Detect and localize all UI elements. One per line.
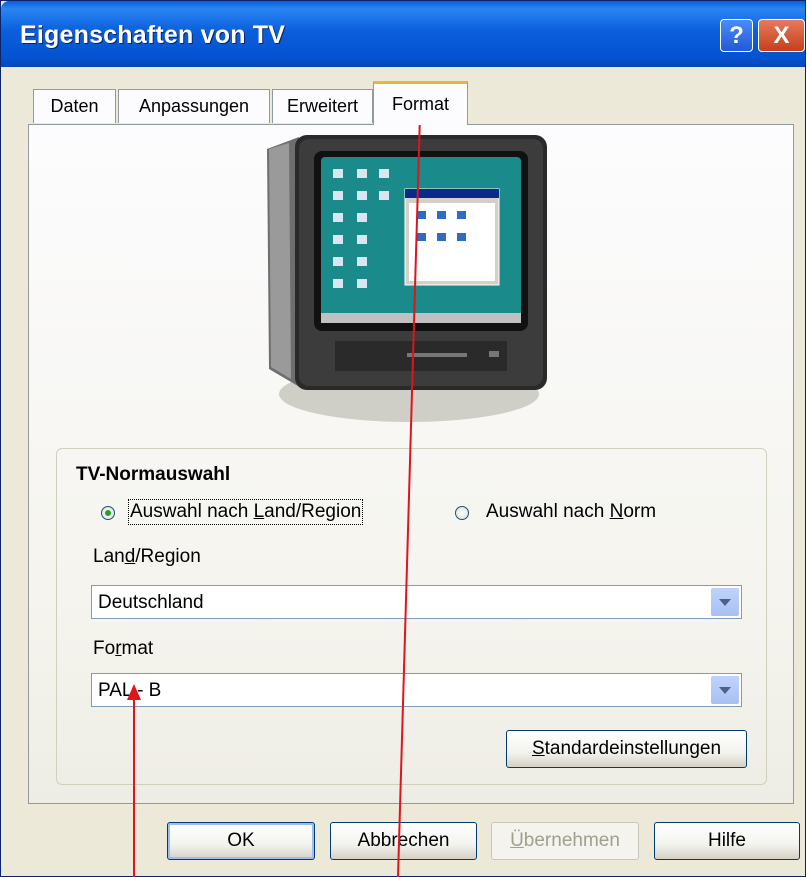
close-button[interactable]: X [758,19,805,52]
region-dropdown-value: Deutschland [98,592,204,613]
format-dropdown-value: PAL - B [98,680,162,701]
apply-button[interactable]: Übernehmen [491,822,639,860]
defaults-button[interactable]: Standardeinstellungen [506,730,747,768]
close-icon: X [773,21,790,49]
tab-erweitert[interactable]: Erweitert [272,89,373,123]
radio-select-by-norm-label[interactable]: Auswahl nach Norm [486,501,656,523]
tab-daten[interactable]: Daten [33,89,116,123]
tab-format[interactable]: Format [373,81,468,125]
help-title-button[interactable]: ? [720,19,753,52]
properties-dialog: Eigenschaften von TV ? X Daten Anpassung… [0,0,806,877]
groupbox-title: TV-Normauswahl [76,464,231,485]
radio-select-by-region-label[interactable]: Auswahl nach Land/Region [127,499,364,525]
region-label: Land/Region [93,546,201,567]
window-title: Eigenschaften von TV [20,21,286,49]
region-dropdown[interactable]: Deutschland [91,585,742,619]
chevron-down-icon[interactable] [711,676,739,704]
cancel-button[interactable]: Abbrechen [330,822,477,860]
ok-button[interactable]: OK [167,822,315,860]
chevron-down-icon[interactable] [711,588,739,616]
tab-anpassungen[interactable]: Anpassungen [118,89,270,123]
title-bar[interactable]: Eigenschaften von TV ? X [1,1,805,67]
format-label: Format [93,638,154,659]
radio-select-by-norm[interactable] [455,506,469,520]
radio-select-by-region[interactable] [101,506,115,520]
help-button[interactable]: Hilfe [654,822,800,860]
format-dropdown[interactable]: PAL - B [91,673,742,707]
tv-monitor-image [259,129,555,429]
